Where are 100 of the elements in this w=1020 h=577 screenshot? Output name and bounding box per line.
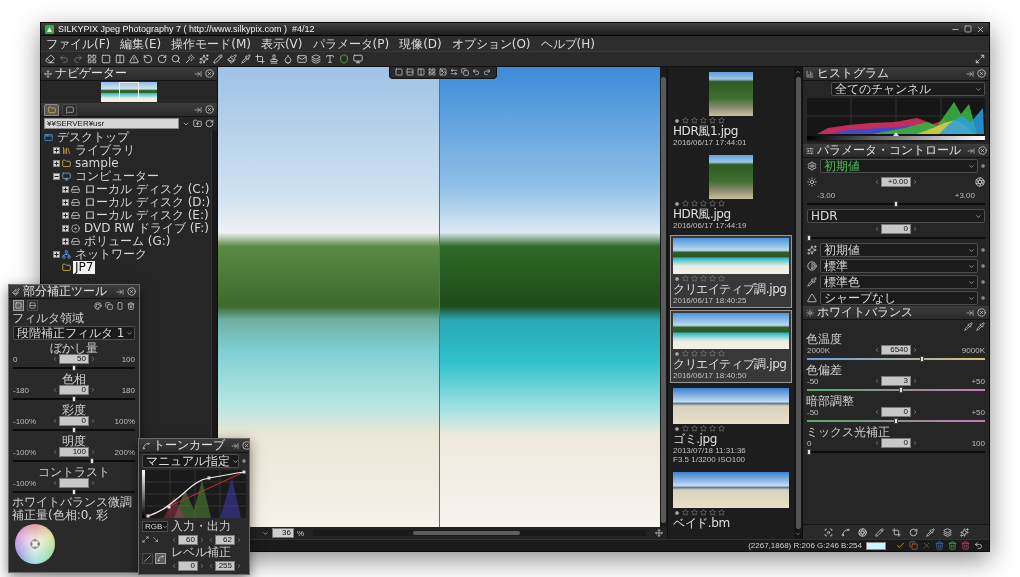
grid-icon[interactable] — [87, 54, 97, 64]
slider-thumb[interactable] — [72, 489, 76, 495]
arrow-to-line-icon[interactable] — [194, 69, 202, 78]
star-icon[interactable] — [709, 425, 716, 432]
star-icon[interactable] — [691, 275, 698, 282]
warning-icon[interactable] — [129, 54, 139, 64]
tree-item[interactable]: JP7 — [73, 261, 96, 274]
close-icon[interactable] — [127, 287, 136, 296]
value-field[interactable]: 0 — [59, 416, 89, 426]
chevron-left-icon[interactable] — [874, 409, 880, 415]
aperture-icon[interactable] — [975, 177, 985, 187]
value-field[interactable]: +0.00 — [881, 177, 911, 187]
menu-item[interactable]: 表示(V) — [258, 36, 305, 51]
envelope-icon[interactable] — [297, 54, 307, 64]
redo-icon[interactable] — [482, 68, 491, 76]
menu-item[interactable]: ファイル(F) — [44, 36, 113, 51]
tone-curve-drawing[interactable] — [142, 470, 246, 518]
check-icon[interactable] — [896, 541, 905, 550]
star-icon[interactable] — [682, 425, 689, 432]
menu-item[interactable]: 現像(D) — [397, 36, 444, 51]
star-icon[interactable] — [709, 117, 716, 124]
thumbnail-card[interactable]: HDR風.jpg 2016/06/17 17:44:19 — [670, 152, 792, 233]
chevron-right-icon[interactable] — [236, 562, 242, 569]
chevron-down-icon[interactable] — [975, 85, 982, 93]
chevron-right-icon[interactable] — [90, 449, 96, 455]
chevron-left-icon[interactable] — [171, 562, 177, 569]
cross-icon[interactable] — [922, 541, 931, 550]
aperture-icon[interactable] — [857, 527, 867, 537]
star-icon[interactable] — [691, 200, 698, 207]
focus-icon[interactable] — [823, 527, 833, 537]
square-icon[interactable] — [101, 54, 111, 64]
path-field[interactable]: ¥¥SERVER¥usr — [44, 118, 179, 129]
rows-icon[interactable] — [405, 68, 414, 76]
chevron-right-icon[interactable] — [90, 418, 96, 424]
folder-up-icon[interactable] — [193, 119, 202, 128]
slider-track[interactable] — [807, 449, 985, 455]
chevron-left-icon[interactable] — [874, 226, 880, 232]
plus-box-icon[interactable] — [62, 199, 69, 206]
wand-icon[interactable] — [185, 54, 195, 64]
plus-box-icon[interactable] — [62, 186, 69, 193]
layers-icon[interactable] — [311, 54, 321, 64]
chevron-down-icon[interactable] — [968, 162, 975, 170]
slider-thumb[interactable] — [72, 365, 76, 371]
star-icon[interactable] — [682, 275, 689, 282]
scrollbar-thumb[interactable] — [661, 77, 666, 523]
star-icon[interactable] — [709, 350, 716, 357]
thumbnail-card[interactable]: クリエイティブ調.jpg 2016/06/17 18:40:25 — [670, 235, 792, 308]
dropdown[interactable]: 初期値 — [820, 159, 978, 173]
palette-icon[interactable] — [94, 301, 102, 310]
square-icon[interactable] — [394, 68, 403, 76]
dropdown[interactable]: 標準 — [820, 259, 978, 273]
sparkles-icon[interactable] — [959, 527, 969, 537]
star-icon[interactable] — [718, 200, 725, 207]
dropdown[interactable]: マニュアル指定 — [142, 454, 239, 468]
columns-icon[interactable] — [416, 68, 425, 76]
contrast-icon[interactable] — [807, 261, 817, 271]
chevron-left-icon[interactable] — [874, 347, 880, 353]
tree-item[interactable]: DVD RW ドライブ (F:) — [82, 222, 211, 235]
scrollbar-thumb[interactable] — [795, 77, 801, 529]
star-icon[interactable] — [682, 200, 689, 207]
columns-icon[interactable] — [115, 54, 125, 64]
star-icon[interactable] — [700, 509, 707, 516]
star-icon[interactable] — [682, 509, 689, 516]
arrow-to-line-icon[interactable] — [966, 308, 974, 317]
star-icon[interactable] — [691, 425, 698, 432]
copy-icon[interactable] — [909, 541, 918, 550]
tree-item[interactable]: デスクトップ — [55, 131, 131, 144]
tree-item[interactable]: コンピューター — [73, 170, 161, 183]
dropdown[interactable]: 初期値 — [820, 243, 978, 257]
chevron-left-icon[interactable] — [52, 449, 58, 455]
arrows-icon[interactable] — [449, 68, 458, 76]
tree-item[interactable]: ライブラリ — [73, 144, 137, 157]
monitor-icon[interactable] — [353, 54, 363, 64]
star-icon[interactable] — [718, 425, 725, 432]
crop-icon[interactable] — [891, 527, 901, 537]
plus-box-icon[interactable] — [53, 251, 60, 258]
search-icon[interactable] — [171, 54, 181, 64]
dropdown[interactable]: 段階補正フィルタ 1 — [13, 326, 135, 340]
chevron-down-icon[interactable] — [262, 529, 269, 537]
scrollbar[interactable] — [794, 67, 802, 539]
chevron-right-icon[interactable] — [912, 179, 918, 185]
chevron-right-icon[interactable] — [912, 378, 918, 384]
slider-thumb[interactable] — [72, 427, 76, 433]
dropdown[interactable]: シャープなし — [820, 291, 978, 305]
chevron-down-icon[interactable] — [162, 523, 169, 530]
channel-dropdown[interactable]: RGB — [142, 521, 168, 532]
slider-track[interactable] — [807, 235, 985, 241]
undo-icon[interactable] — [471, 68, 480, 76]
slider-thumb[interactable] — [899, 387, 904, 393]
plus-box-icon[interactable] — [62, 212, 69, 219]
value-field[interactable]: 100 — [59, 447, 89, 457]
dropdown[interactable]: HDR — [807, 209, 985, 223]
color-wheel[interactable] — [15, 524, 55, 564]
chevron-down-icon[interactable] — [975, 212, 982, 220]
value-field[interactable]: 0 — [59, 385, 89, 395]
value-field[interactable]: 6540 — [881, 345, 911, 355]
chevron-left-icon[interactable] — [52, 480, 58, 486]
close-icon[interactable] — [977, 69, 986, 78]
close-icon[interactable] — [242, 441, 249, 450]
chevron-right-icon[interactable] — [912, 440, 918, 446]
